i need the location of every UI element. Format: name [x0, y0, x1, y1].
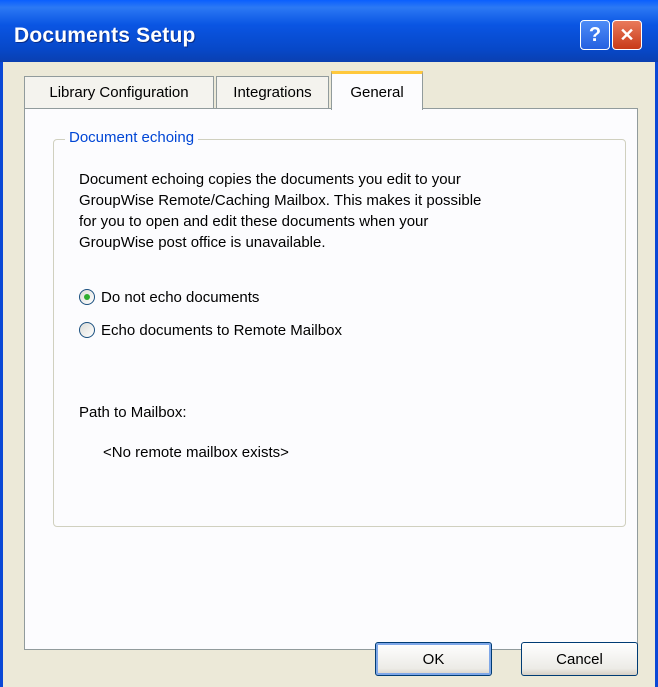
radio-echo-remote[interactable]: Echo documents to Remote Mailbox	[79, 318, 342, 342]
dialog-window: Documents Setup ? ✕ Library Configuratio…	[0, 0, 658, 687]
tab-label: General	[350, 83, 404, 101]
help-icon: ?	[588, 23, 602, 46]
description-text: Document echoing copies the documents yo…	[79, 171, 482, 251]
title-bar[interactable]: Documents Setup ? ✕	[0, 0, 658, 62]
cancel-label: Cancel	[556, 650, 603, 668]
tab-label: Integrations	[233, 84, 312, 101]
radio-unchecked-icon[interactable]	[79, 322, 95, 338]
tab-integrations[interactable]: Integrations	[216, 76, 329, 108]
radio-label: Do not echo documents	[101, 288, 260, 306]
close-button[interactable]: ✕	[612, 20, 642, 50]
radio-do-not-echo[interactable]: Do not echo documents	[79, 285, 259, 309]
path-label: Path to Mailbox:	[79, 404, 187, 421]
tab-label: Library Configuration	[49, 84, 189, 101]
radio-label: Echo documents to Remote Mailbox	[101, 321, 342, 339]
ok-label: OK	[422, 650, 445, 668]
ok-button[interactable]: OK	[375, 642, 492, 676]
group-title: Document echoing	[65, 129, 199, 146]
tab-general[interactable]: General	[331, 71, 423, 110]
tab-library-configuration[interactable]: Library Configuration	[24, 76, 214, 108]
dialog-title: Documents Setup	[14, 24, 196, 47]
general-tab-panel: Document echoing Document echoing copies…	[24, 108, 638, 650]
help-button[interactable]: ?	[580, 20, 610, 50]
cancel-button[interactable]: Cancel	[521, 642, 638, 676]
radio-checked-icon[interactable]	[79, 289, 95, 305]
path-value: <No remote mailbox exists>	[103, 444, 289, 461]
close-icon: ✕	[619, 24, 635, 45]
